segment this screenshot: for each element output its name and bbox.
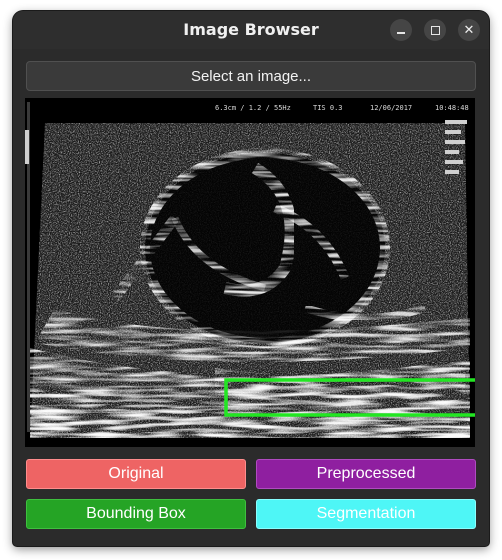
- ultrasound-image: 6.3cm / 1.2 / 55Hz TIS 0.3 12/06/2017 10…: [25, 98, 475, 447]
- segmentation-button[interactable]: Segmentation: [256, 499, 476, 529]
- maximize-button[interactable]: [424, 19, 446, 41]
- app-window: Image Browser ✕ Select an image... 6.3cm…: [13, 11, 489, 546]
- close-icon: ✕: [463, 22, 475, 38]
- original-button[interactable]: Original: [26, 459, 246, 489]
- overlay-text-tis: TIS 0.3: [313, 104, 343, 112]
- title-bar[interactable]: Image Browser ✕: [13, 11, 489, 49]
- close-button[interactable]: ✕: [458, 19, 480, 41]
- maximize-icon: [430, 25, 440, 35]
- bounding-box-button[interactable]: Bounding Box: [26, 499, 246, 529]
- select-image-button[interactable]: Select an image...: [26, 61, 476, 91]
- minimize-icon: [397, 32, 405, 34]
- overlay-text-date: 12/06/2017: [370, 104, 412, 112]
- ultrasound-image-view: 6.3cm / 1.2 / 55Hz TIS 0.3 12/06/2017 10…: [25, 98, 475, 447]
- minimize-button[interactable]: [390, 19, 412, 41]
- overlay-text-depth: 6.3cm / 1.2 / 55Hz: [215, 104, 291, 112]
- window-title: Image Browser: [183, 20, 319, 39]
- preprocessed-button[interactable]: Preprocessed: [256, 459, 476, 489]
- overlay-text-time: 10:48:48: [435, 104, 469, 112]
